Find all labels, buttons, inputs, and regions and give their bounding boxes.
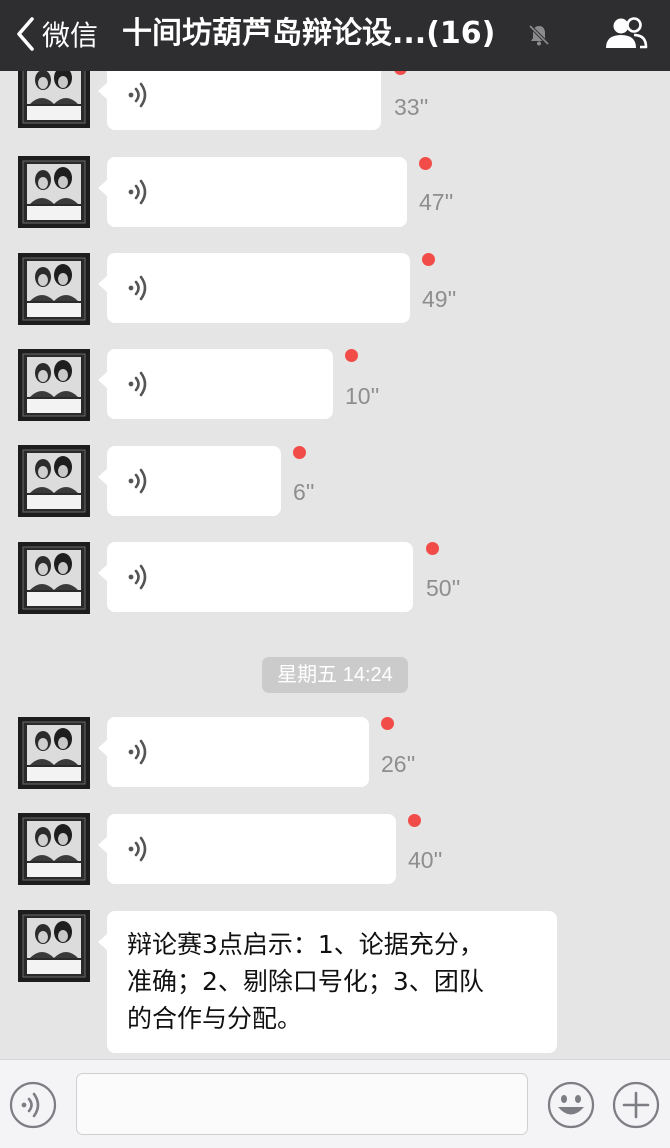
avatar-image bbox=[18, 542, 90, 614]
voice-duration: 47'' bbox=[419, 189, 454, 215]
message-input[interactable] bbox=[76, 1073, 528, 1135]
voice-wave-icon bbox=[125, 737, 155, 767]
text-message-line: 的合作与分配。 bbox=[127, 1004, 303, 1033]
timestamp-divider: 星期五 14:24 bbox=[262, 657, 408, 693]
emoji-icon[interactable] bbox=[546, 1080, 596, 1130]
avatar[interactable] bbox=[18, 813, 90, 885]
avatar[interactable] bbox=[18, 717, 90, 789]
voice-wave-icon bbox=[125, 834, 155, 864]
voice-duration: 26'' bbox=[381, 751, 416, 777]
avatar[interactable] bbox=[18, 445, 90, 517]
voice-duration: 49'' bbox=[422, 286, 457, 312]
chat-title: 十间坊葫芦岛辩论设...(16) bbox=[122, 16, 496, 51]
unread-dot bbox=[419, 157, 432, 170]
avatar-image bbox=[18, 71, 90, 128]
voice-mode-icon[interactable] bbox=[8, 1080, 58, 1130]
unread-dot bbox=[394, 71, 407, 75]
voice-duration: 50'' bbox=[426, 575, 461, 601]
voice-message-bubble[interactable] bbox=[98, 542, 413, 612]
voice-message-bubble[interactable] bbox=[98, 71, 381, 130]
text-message-line: 辩论赛3点启示：1、论据充分， bbox=[127, 930, 484, 959]
unread-dot bbox=[345, 349, 358, 362]
avatar[interactable] bbox=[18, 910, 90, 982]
avatar[interactable] bbox=[18, 349, 90, 421]
unread-dot bbox=[426, 542, 439, 555]
input-toolbar bbox=[0, 1059, 670, 1148]
chevron-left-icon bbox=[17, 17, 34, 51]
plus-icon[interactable] bbox=[611, 1080, 661, 1130]
unread-dot bbox=[422, 253, 435, 266]
voice-message-bubble[interactable] bbox=[98, 446, 281, 516]
voice-message-bubble[interactable] bbox=[98, 253, 410, 323]
text-message-bubble[interactable]: 辩论赛3点启示：1、论据充分， 准确；2、剔除口号化；3、团队 的合作与分配。 bbox=[98, 911, 557, 1053]
unread-dot bbox=[408, 814, 421, 827]
voice-message-bubble[interactable] bbox=[98, 814, 396, 884]
avatar[interactable] bbox=[18, 156, 90, 228]
avatar-image bbox=[18, 445, 90, 517]
voice-wave-icon bbox=[125, 80, 155, 110]
voice-wave-icon bbox=[125, 562, 155, 592]
voice-duration: 40'' bbox=[408, 847, 443, 873]
avatar-image bbox=[18, 813, 90, 885]
unread-dot bbox=[381, 717, 394, 730]
voice-message-bubble[interactable] bbox=[98, 717, 369, 787]
navigation-bar: 微信 十间坊葫芦岛辩论设...(16) bbox=[0, 0, 670, 71]
avatar-image bbox=[18, 349, 90, 421]
avatar-image bbox=[18, 156, 90, 228]
avatar[interactable] bbox=[18, 71, 90, 128]
avatar[interactable] bbox=[18, 253, 90, 325]
voice-duration: 10'' bbox=[345, 383, 380, 409]
avatar[interactable] bbox=[18, 542, 90, 614]
voice-message-bubble[interactable] bbox=[98, 349, 333, 419]
voice-wave-icon bbox=[125, 466, 155, 496]
voice-duration: 33'' bbox=[394, 94, 429, 120]
voice-message-bubble[interactable] bbox=[98, 157, 407, 227]
chat-message-list[interactable]: 33'' 47'' 49'' 10'' 6'' 50'' 星期五 14:24 2… bbox=[0, 71, 670, 1059]
voice-wave-icon bbox=[125, 369, 155, 399]
group-members-icon[interactable] bbox=[600, 14, 652, 54]
voice-duration: 6'' bbox=[293, 479, 315, 505]
avatar-image bbox=[18, 910, 90, 982]
unread-dot bbox=[293, 446, 306, 459]
voice-wave-icon bbox=[125, 273, 155, 303]
voice-wave-icon bbox=[125, 177, 155, 207]
bell-muted-icon bbox=[528, 24, 550, 46]
avatar-image bbox=[18, 717, 90, 789]
back-label: 微信 bbox=[42, 19, 99, 52]
text-message-line: 准确；2、剔除口号化；3、团队 bbox=[127, 967, 484, 996]
avatar-image bbox=[18, 253, 90, 325]
back-button[interactable]: 微信 bbox=[14, 14, 98, 54]
